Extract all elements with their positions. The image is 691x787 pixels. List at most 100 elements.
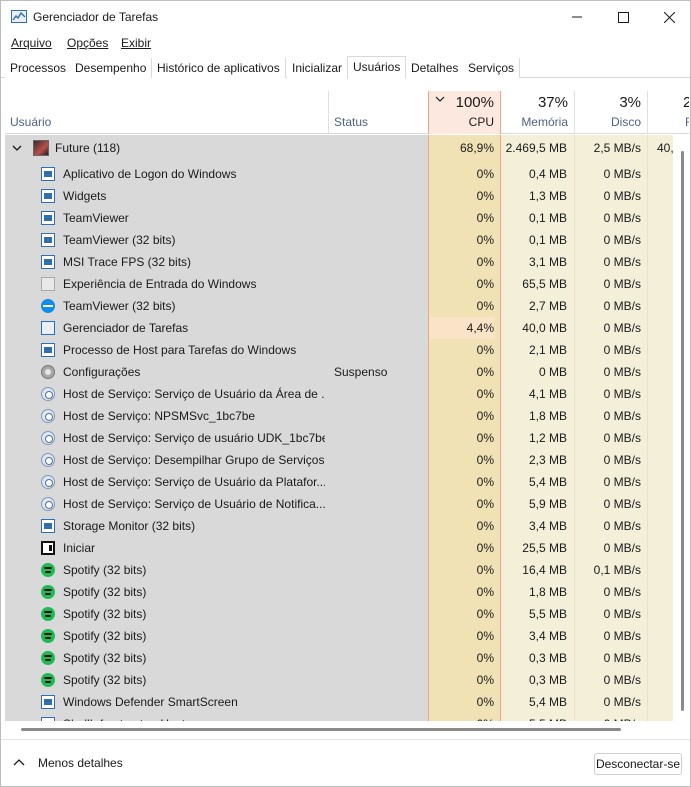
table-row[interactable]: Experiência de Entrada do Windows 0% 65,5 … [5,273,673,295]
menu-exibir-label: Exibir [121,36,152,50]
process-name: Processo de Host para Tarefas do Windows [63,343,297,357]
maximize-button[interactable] [600,1,646,33]
window-icon [41,255,55,269]
header-memory[interactable]: 37% Memória [501,91,574,134]
process-cpu: 0% [476,299,494,313]
process-memory: 1,8 MB [528,585,567,599]
process-name: Iniciar [63,541,96,555]
process-cpu: 0% [476,673,494,687]
tab-inicializar[interactable]: Inicializar [287,58,349,78]
table-row[interactable]: Configurações Suspenso 0% 0 MB 0 MB/s [5,361,673,383]
process-cpu: 0% [476,563,494,577]
table-row[interactable]: Host de Serviço: Serviço de usuário UDK_… [5,427,673,449]
table-row[interactable]: Host de Serviço: Serviço de Usuário de N… [5,493,673,515]
footer: Menos detalhes Desconectar-se [1,739,690,786]
table-row[interactable]: Host de Serviço: Desempilhar Grupo de Se… [5,449,673,471]
horizontal-scroll-thumb[interactable] [21,728,621,731]
table-row[interactable]: Host de Serviço: NPSMSvc_1bc7be 0% 1,8 MB 0… [5,405,673,427]
table-row[interactable]: Spotify (32 bits) 0% 1,8 MB 0 MB/s [5,581,673,603]
header-disk[interactable]: 3% Disco [575,91,647,134]
process-disk: 0 MB/s [603,255,641,269]
process-disk: 0 MB/s [603,541,641,555]
tab-servicos[interactable]: Serviços [463,58,521,78]
table-row[interactable]: Storage Monitor (32 bits) 0% 3,4 MB 0 MB/s [5,515,673,537]
process-cpu: 0% [476,189,494,203]
less-details-link[interactable]: Menos detalhes [38,756,123,770]
minimize-button[interactable] [554,1,600,33]
process-memory: 0,3 MB [528,651,567,665]
menu-opcoes[interactable]: Opções [67,36,108,50]
table-row[interactable]: ShellInfrastructureHost 0% 5,5 MB 0 MB/s [5,713,673,721]
process-disk: 0 MB/s [603,277,641,291]
table-row[interactable]: Spotify (32 bits) 0% 0,3 MB 0 MB/s [5,647,673,669]
tab-usuarios[interactable]: Usuários [347,56,407,79]
process-status [334,405,424,427]
spotify-icon [41,673,55,687]
chevron-down-icon[interactable] [12,145,22,151]
header-memory-label: Memória [521,115,568,129]
tab-historico[interactable]: Histórico de aplicativos [152,58,286,78]
menu-opcoes-label: Opções [67,36,109,50]
table-row[interactable]: Spotify (32 bits) 0% 16,4 MB 0,1 MB/s [5,559,673,581]
process-disk: 0 MB/s [603,343,641,357]
header-cpu[interactable]: 100% CPU [428,91,501,134]
window-icon [41,695,55,709]
table-row[interactable]: Windows Defender SmartScreen 0% 5,4 MB 0 MB… [5,691,673,713]
group-memory: 2.469,5 MB [505,141,567,155]
user-group-row[interactable]: Future (118) 68,9% 2.469,5 MB 2,5 MB/s 4… [5,137,673,159]
process-memory: 1,8 MB [528,409,567,423]
table-row[interactable]: TeamViewer 0% 0,1 MB 0 MB/s [5,207,673,229]
process-memory: 4,1 MB [528,387,567,401]
table-row[interactable]: MSI Trace FPS (32 bits) 0% 3,1 MB 0 MB/s [5,251,673,273]
horizontal-scrollbar[interactable] [5,721,675,737]
header-user[interactable]: Usuário [5,91,328,134]
table-row[interactable]: Gerenciador de Tarefas 4,4% 40,0 MB 0 MB/s [5,317,673,339]
table-row[interactable]: Spotify (32 bits) 0% 3,4 MB 0 MB/s [5,625,673,647]
process-cpu: 0% [476,211,494,225]
tab-detalhes[interactable]: Detalhes [406,58,465,78]
process-disk: 0 MB/s [603,629,641,643]
vertical-scrollbar[interactable] [675,135,689,721]
table-row[interactable]: Aplicativo de Logon do Windows 0% 0,4 MB 0 … [5,163,673,185]
table-row[interactable]: Processo de Host para Tarefas do Windows… [5,339,673,361]
process-cpu: 0% [476,255,494,269]
maximize-icon [617,11,629,23]
table-row[interactable]: Spotify (32 bits) 0% 5,5 MB 0 MB/s [5,603,673,625]
process-disk: 0 MB/s [603,189,641,203]
menu-arquivo[interactable]: Arquivo [11,36,52,50]
table-row[interactable]: Widgets 0% 1,3 MB 0 MB/s [5,185,673,207]
process-cpu: 0% [476,365,494,379]
process-memory: 3,1 MB [528,255,567,269]
close-button[interactable] [646,1,690,33]
table-row[interactable]: Spotify (32 bits) 0% 0,3 MB 0 MB/s [5,669,673,691]
process-cpu: 0% [476,387,494,401]
window-title: Gerenciador de Tarefas [33,10,159,24]
chevron-up-icon[interactable] [13,758,25,766]
table-row[interactable]: TeamViewer (32 bits) 0% 2,7 MB 0 MB/s [5,295,673,317]
process-status: Suspenso [334,365,388,379]
gear-icon [41,409,55,423]
process-memory: 0,1 MB [528,211,567,225]
process-status [334,713,424,721]
process-memory: 3,4 MB [528,519,567,533]
table-row[interactable]: Host de Serviço: Serviço de Usuário da P… [5,471,673,493]
table-row[interactable]: Iniciar 0% 25,5 MB 0 MB/s [5,537,673,559]
process-name: Spotify (32 bits) [63,585,147,599]
tab-processos[interactable]: Processos [5,58,73,78]
avatar [33,140,49,156]
header-network[interactable]: 2 R [648,91,689,134]
process-memory: 3,4 MB [528,629,567,643]
tab-desempenho[interactable]: Desempenho [70,58,153,78]
disconnect-button[interactable]: Desconectar-se [594,753,682,775]
table-row[interactable]: TeamViewer (32 bits) 0% 0,1 MB 0 MB/s [5,229,673,251]
table-row[interactable]: Host de Serviço: Serviço de Usuário da Á… [5,383,673,405]
process-name: Experiência de Entrada do Windows [63,277,257,291]
menu-exibir[interactable]: Exibir [121,36,151,50]
process-status [334,537,424,559]
process-name: Host de Serviço: Desempilhar Grupo de Se… [63,453,325,467]
vertical-scroll-thumb[interactable] [681,151,684,711]
gear-icon [41,475,55,489]
window-icon [41,167,55,181]
header-memory-pct: 37% [537,94,568,111]
header-status[interactable]: Status [329,91,428,134]
